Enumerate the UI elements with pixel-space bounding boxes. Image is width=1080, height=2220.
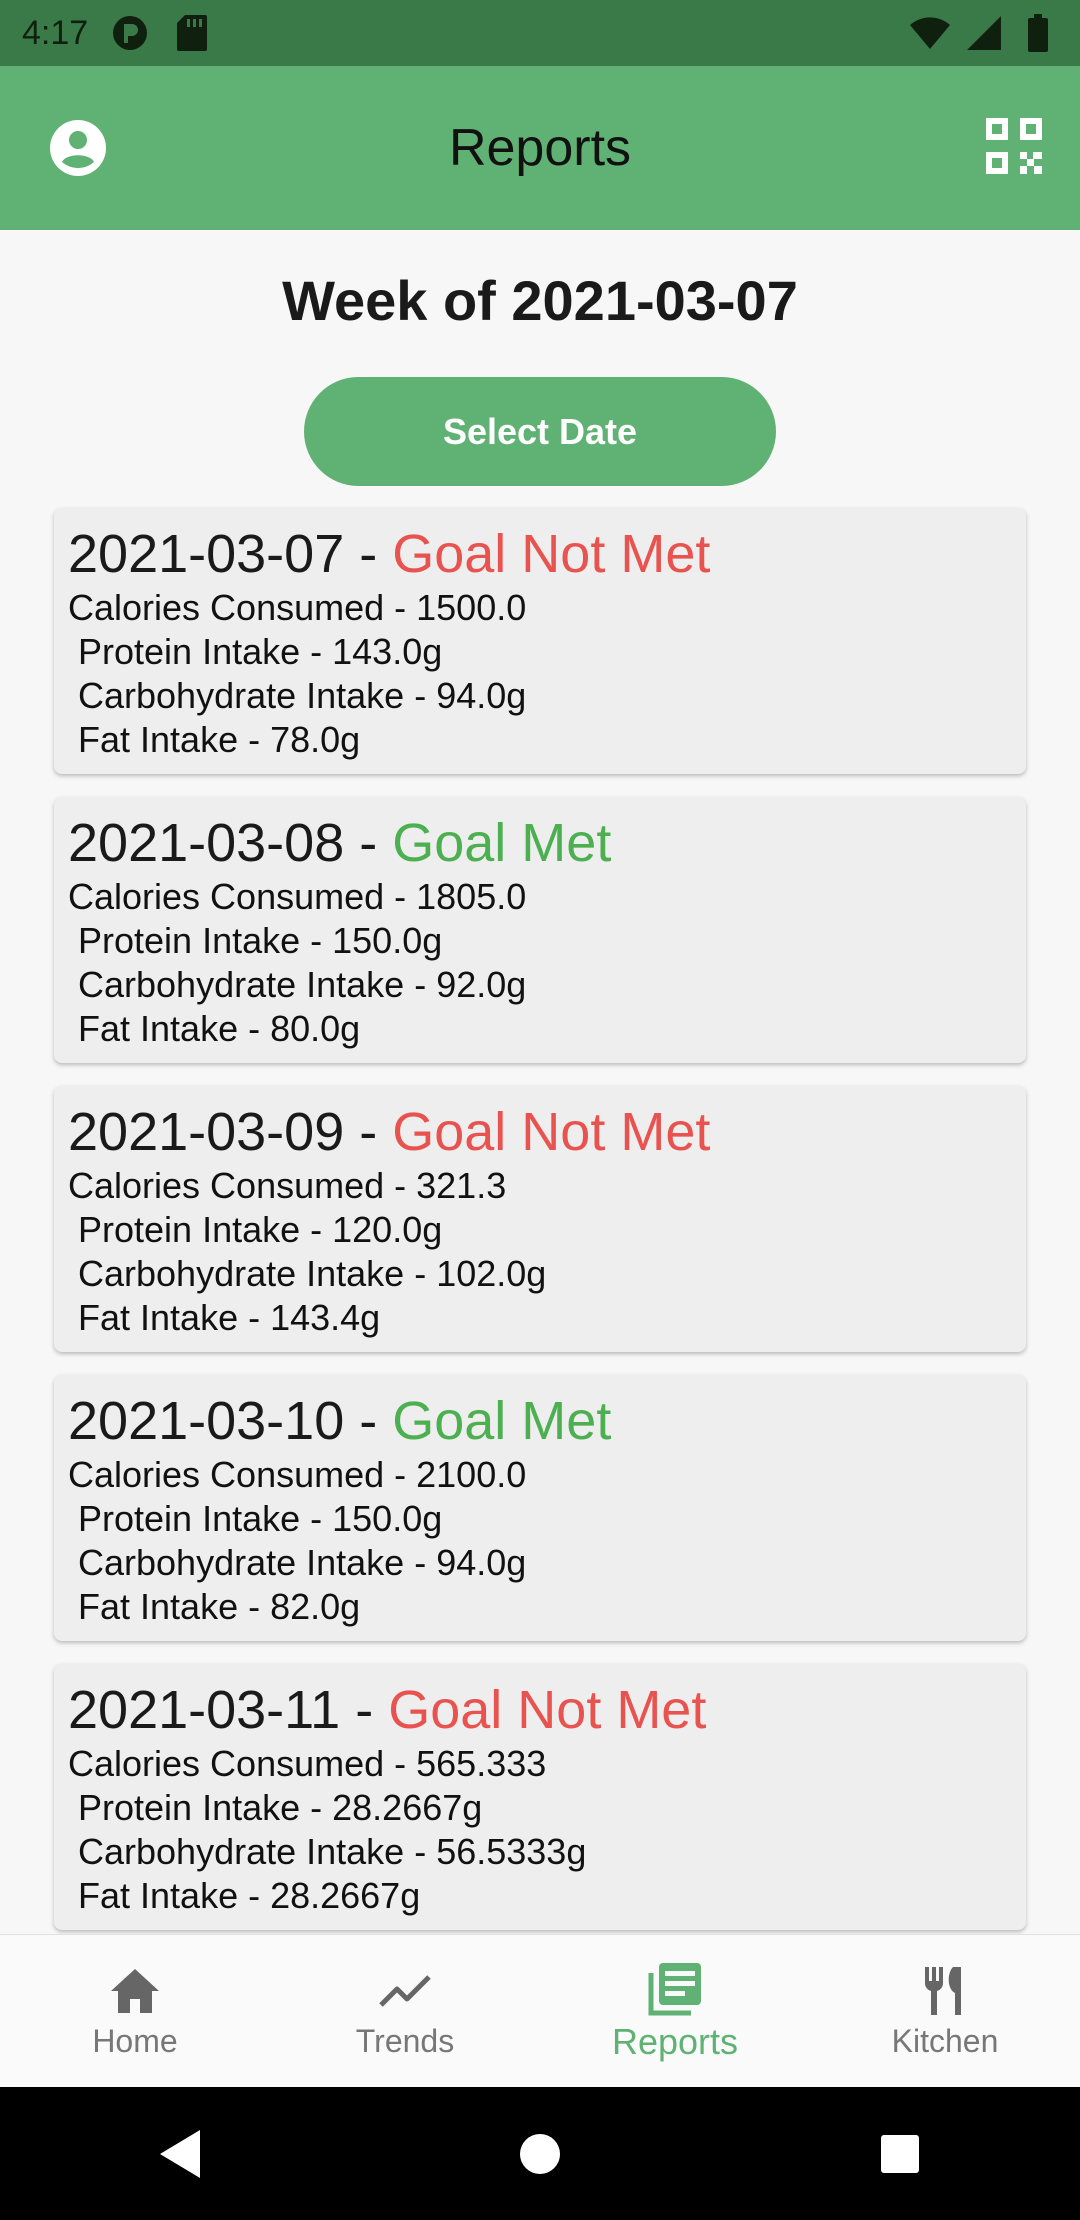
calories-line: Calories Consumed - 2100.0 [68, 1454, 527, 1495]
status-time: 4:17 [22, 13, 89, 52]
report-date: 2021-03-08 [68, 813, 345, 873]
report-card[interactable]: 2021-03-07 - Goal Not Met Calories Consu… [54, 508, 1026, 774]
signal-icon [964, 13, 1004, 53]
fat-line: Fat Intake - 143.4g [78, 1297, 381, 1338]
calories-line: Calories Consumed - 565.333 [68, 1743, 547, 1784]
trending-up-icon [379, 1975, 431, 2007]
report-date: 2021-03-10 [68, 1391, 345, 1451]
fat-line: Fat Intake - 78.0g [78, 719, 361, 760]
home-circle-icon[interactable] [510, 2124, 570, 2184]
goal-status: Goal Not Met [388, 1680, 707, 1740]
report-date: 2021-03-07 [68, 524, 345, 584]
calories-line: Calories Consumed - 1805.0 [68, 876, 527, 917]
calories-line: Calories Consumed - 321.3 [68, 1165, 507, 1206]
report-card-header: 2021-03-08 - Goal Met [68, 813, 612, 873]
report-date: 2021-03-09 [68, 1102, 345, 1162]
page-title: Reports [448, 119, 632, 177]
kitchen-icon [924, 1967, 961, 2015]
bottom-nav: Home Trends Reports Kitchen [0, 1934, 1080, 2088]
report-card-header: 2021-03-09 - Goal Not Met [68, 1102, 711, 1162]
qr-code-icon[interactable] [986, 118, 1042, 174]
fat-line: Fat Intake - 80.0g [78, 1008, 361, 1049]
nav-item-trends[interactable]: Trends [270, 1935, 540, 2088]
report-card-header: 2021-03-11 - Goal Not Met [68, 1680, 707, 1740]
goal-status: Goal Not Met [392, 524, 711, 584]
nav-label-trends: Trends [355, 2023, 455, 2059]
nav-label-kitchen: Kitchen [891, 2023, 999, 2059]
protein-line: Protein Intake - 150.0g [78, 920, 443, 961]
carbs-line: Carbohydrate Intake - 56.5333g [78, 1831, 587, 1872]
protein-line: Protein Intake - 28.2667g [78, 1787, 483, 1828]
carbs-line: Carbohydrate Intake - 92.0g [78, 964, 527, 1005]
report-card[interactable]: 2021-03-11 - Goal Not Met Calories Consu… [54, 1664, 1026, 1930]
nav-label-home: Home [92, 2023, 178, 2059]
goal-status: Goal Met [392, 813, 612, 873]
report-date: 2021-03-11 [68, 1680, 341, 1740]
report-card[interactable]: 2021-03-08 - Goal Met Calories Consumed … [54, 797, 1026, 1063]
report-card-header: 2021-03-10 - Goal Met [68, 1391, 612, 1451]
carbs-line: Carbohydrate Intake - 94.0g [78, 675, 527, 716]
account-circle-icon[interactable] [48, 118, 108, 178]
protein-line: Protein Intake - 120.0g [78, 1209, 443, 1250]
nav-item-reports[interactable]: Reports [540, 1935, 810, 2088]
recents-icon[interactable] [870, 2124, 930, 2184]
battery-icon [1018, 13, 1058, 53]
report-card[interactable]: 2021-03-10 - Goal Met Calories Consumed … [54, 1375, 1026, 1641]
goal-status: Goal Met [392, 1391, 612, 1451]
system-nav-bar [0, 2087, 1080, 2220]
wifi-icon [910, 13, 950, 53]
carbs-line: Carbohydrate Intake - 102.0g [78, 1253, 547, 1294]
report-card[interactable]: 2021-03-09 - Goal Not Met Calories Consu… [54, 1086, 1026, 1352]
nav-item-home[interactable]: Home [0, 1935, 270, 2088]
select-date-button[interactable]: Select Date [304, 377, 776, 486]
reports-icon [648, 1962, 701, 2015]
report-list: 2021-03-07 - Goal Not Met Calories Consu… [54, 508, 1026, 1953]
nav-label-reports: Reports [611, 2020, 739, 2062]
carbs-line: Carbohydrate Intake - 94.0g [78, 1542, 527, 1583]
fat-line: Fat Intake - 28.2667g [78, 1875, 421, 1916]
status-bar: 4:17 [0, 0, 1080, 66]
back-icon[interactable] [150, 2124, 210, 2184]
fat-line: Fat Intake - 82.0g [78, 1586, 361, 1627]
app-notification-icon [110, 13, 150, 53]
calories-line: Calories Consumed - 1500.0 [68, 587, 527, 628]
protein-line: Protein Intake - 143.0g [78, 631, 443, 672]
week-title: Week of 2021-03-07 [282, 269, 798, 332]
app-bar: Reports [0, 66, 1080, 230]
sd-card-icon [172, 13, 212, 53]
goal-status: Goal Not Met [392, 1102, 711, 1162]
protein-line: Protein Intake - 150.0g [78, 1498, 443, 1539]
report-card-header: 2021-03-07 - Goal Not Met [68, 524, 711, 584]
nav-item-kitchen[interactable]: Kitchen [810, 1935, 1080, 2088]
home-icon [111, 1969, 159, 2013]
